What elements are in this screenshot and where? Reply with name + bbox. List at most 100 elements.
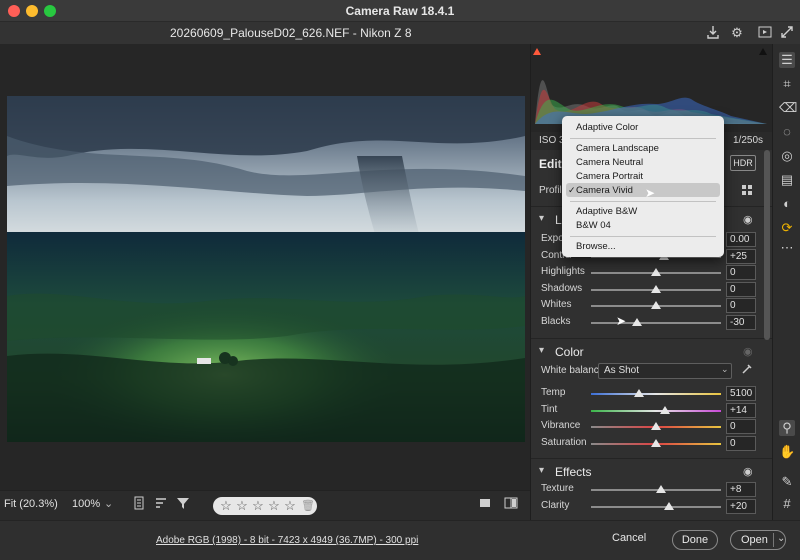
- chevron-down-icon[interactable]: ▾: [539, 465, 544, 476]
- eyedropper-icon[interactable]: [741, 363, 753, 378]
- slider-track[interactable]: [591, 268, 721, 276]
- eye-icon[interactable]: ◉: [743, 465, 753, 478]
- slider-tint[interactable]: Tint +14: [531, 402, 772, 419]
- filter-icon[interactable]: [174, 496, 192, 514]
- sort-icon[interactable]: [152, 496, 170, 514]
- slider-track[interactable]: [591, 405, 721, 414]
- menu-item-camera-portrait[interactable]: Camera Portrait: [576, 171, 643, 182]
- slider-saturation[interactable]: Saturation 0: [531, 435, 772, 452]
- gear-icon[interactable]: ⚙: [729, 25, 745, 41]
- slider-value-field[interactable]: 5100: [726, 386, 756, 401]
- slider-texture[interactable]: Texture +8: [531, 482, 772, 498]
- slider-thumb[interactable]: [660, 405, 671, 414]
- slider-value-field[interactable]: 0: [726, 265, 756, 280]
- white-balance-select[interactable]: As Shot ⌄: [598, 363, 732, 379]
- menu-item-browse[interactable]: Browse...: [576, 241, 616, 252]
- slider-thumb[interactable]: [634, 389, 645, 397]
- slider-shadows[interactable]: Shadows 0: [531, 281, 772, 298]
- slider-track[interactable]: [591, 389, 721, 397]
- chevron-down-icon[interactable]: ▾: [539, 345, 544, 356]
- slider-value-field[interactable]: +25: [726, 248, 756, 264]
- color-section-header[interactable]: ▾ Color ◉: [531, 340, 772, 364]
- slider-whites[interactable]: Whites 0: [531, 298, 772, 314]
- hand-tool-icon[interactable]: ✋: [779, 444, 795, 460]
- snapshots-icon[interactable]: ▤: [779, 172, 795, 188]
- panel-scrollbar[interactable]: [764, 150, 770, 340]
- heal-eraser-icon[interactable]: ⌫: [779, 100, 797, 116]
- fullscreen-preview-icon[interactable]: [757, 25, 773, 41]
- image-canvas[interactable]: [0, 44, 530, 490]
- grid-overlay-icon[interactable]: #: [779, 496, 795, 512]
- menu-item-camera-vivid[interactable]: Camera Vivid: [576, 185, 633, 196]
- profile-browser-icon[interactable]: [741, 184, 753, 199]
- menu-item-adaptive-bw[interactable]: Adaptive B&W: [576, 206, 637, 217]
- masking-icon[interactable]: ◌: [779, 124, 795, 140]
- slider-track[interactable]: [591, 438, 721, 447]
- presets-icon[interactable]: ◐: [779, 196, 795, 212]
- star-rating[interactable]: ☆ ☆ ☆ ☆ ☆ 🗑: [213, 497, 317, 515]
- slider-track[interactable]: [591, 485, 721, 493]
- red-eye-icon[interactable]: ◎: [779, 148, 795, 164]
- star-icon[interactable]: ☆: [267, 498, 281, 514]
- slider-thumb[interactable]: [656, 485, 667, 493]
- edit-sliders-icon[interactable]: ☰: [779, 52, 795, 68]
- effects-section-header[interactable]: ▾ Effects ◉: [531, 460, 772, 484]
- expand-icon[interactable]: [779, 25, 795, 41]
- slider-value-field[interactable]: 0.00: [726, 232, 756, 247]
- menu-item-camera-landscape[interactable]: Camera Landscape: [576, 143, 659, 154]
- slider-value-field[interactable]: +8: [726, 482, 756, 497]
- slider-value-field[interactable]: +14: [726, 402, 756, 418]
- zoom-menu-chevron-icon[interactable]: ⌄: [104, 497, 113, 510]
- slider-value-field[interactable]: 0: [726, 419, 756, 434]
- slider-value-field[interactable]: 0: [726, 298, 756, 313]
- slider-clarity[interactable]: Clarity +20: [531, 498, 772, 515]
- slider-thumb[interactable]: [651, 268, 661, 276]
- menu-item-bw-04[interactable]: B&W 04: [576, 220, 611, 231]
- split-view-icon[interactable]: [502, 496, 520, 514]
- slider-vibrance[interactable]: Vibrance 0: [531, 419, 772, 435]
- fit-zoom-button[interactable]: Fit (20.3%): [4, 498, 58, 510]
- eye-icon[interactable]: ◉: [743, 213, 753, 226]
- menu-item-camera-neutral[interactable]: Camera Neutral: [576, 157, 643, 168]
- photo-preview[interactable]: [7, 96, 525, 442]
- slider-track[interactable]: [591, 422, 721, 430]
- star-icon[interactable]: ☆: [235, 498, 249, 514]
- trash-icon[interactable]: 🗑: [301, 498, 315, 514]
- slider-thumb[interactable]: [631, 317, 642, 326]
- before-after-toggle-icon[interactable]: [476, 496, 494, 514]
- more-options-icon[interactable]: ⋯: [779, 240, 795, 256]
- chevron-down-icon[interactable]: ▾: [539, 213, 544, 224]
- slider-thumb[interactable]: [651, 422, 661, 430]
- star-icon[interactable]: ☆: [283, 498, 297, 514]
- slider-value-field[interactable]: -30: [726, 314, 756, 330]
- slider-highlights[interactable]: Highlights 0: [531, 265, 772, 281]
- slider-track[interactable]: [591, 317, 721, 326]
- slider-thumb[interactable]: [664, 501, 674, 510]
- menu-item-adaptive-color[interactable]: Adaptive Color: [576, 122, 638, 133]
- slider-thumb[interactable]: [651, 438, 661, 447]
- open-button[interactable]: Open ⌄: [730, 530, 786, 550]
- sync-warning-icon[interactable]: ⟳: [779, 220, 795, 236]
- download-icon[interactable]: [705, 25, 721, 41]
- star-icon[interactable]: ☆: [219, 498, 233, 514]
- slider-value-field[interactable]: 0: [726, 435, 756, 451]
- slider-thumb[interactable]: [651, 301, 661, 309]
- slider-blacks[interactable]: Blacks -30: [531, 314, 772, 331]
- slider-value-field[interactable]: 0: [726, 281, 756, 297]
- slider-thumb[interactable]: [651, 284, 661, 293]
- open-options-chevron-icon[interactable]: ⌄: [773, 533, 785, 547]
- color-sampler-icon[interactable]: ✎: [779, 474, 795, 490]
- slider-temp[interactable]: Temp 5100: [531, 386, 772, 402]
- slider-track[interactable]: [591, 301, 721, 309]
- slider-track[interactable]: [591, 501, 721, 510]
- slider-value-field[interactable]: +20: [726, 498, 756, 514]
- eye-icon[interactable]: ◉: [743, 345, 753, 358]
- workflow-options-link[interactable]: Adobe RGB (1998) - 8 bit - 7423 x 4949 (…: [156, 535, 418, 546]
- zoom-100-button[interactable]: 100%: [72, 498, 100, 510]
- hdr-button[interactable]: HDR: [730, 155, 756, 171]
- crop-icon[interactable]: ⌗: [779, 76, 795, 92]
- slider-track[interactable]: [591, 284, 721, 293]
- filmstrip-icon[interactable]: [130, 496, 148, 514]
- zoom-tool-icon[interactable]: ⚲: [779, 420, 795, 436]
- cancel-button[interactable]: Cancel: [612, 532, 646, 544]
